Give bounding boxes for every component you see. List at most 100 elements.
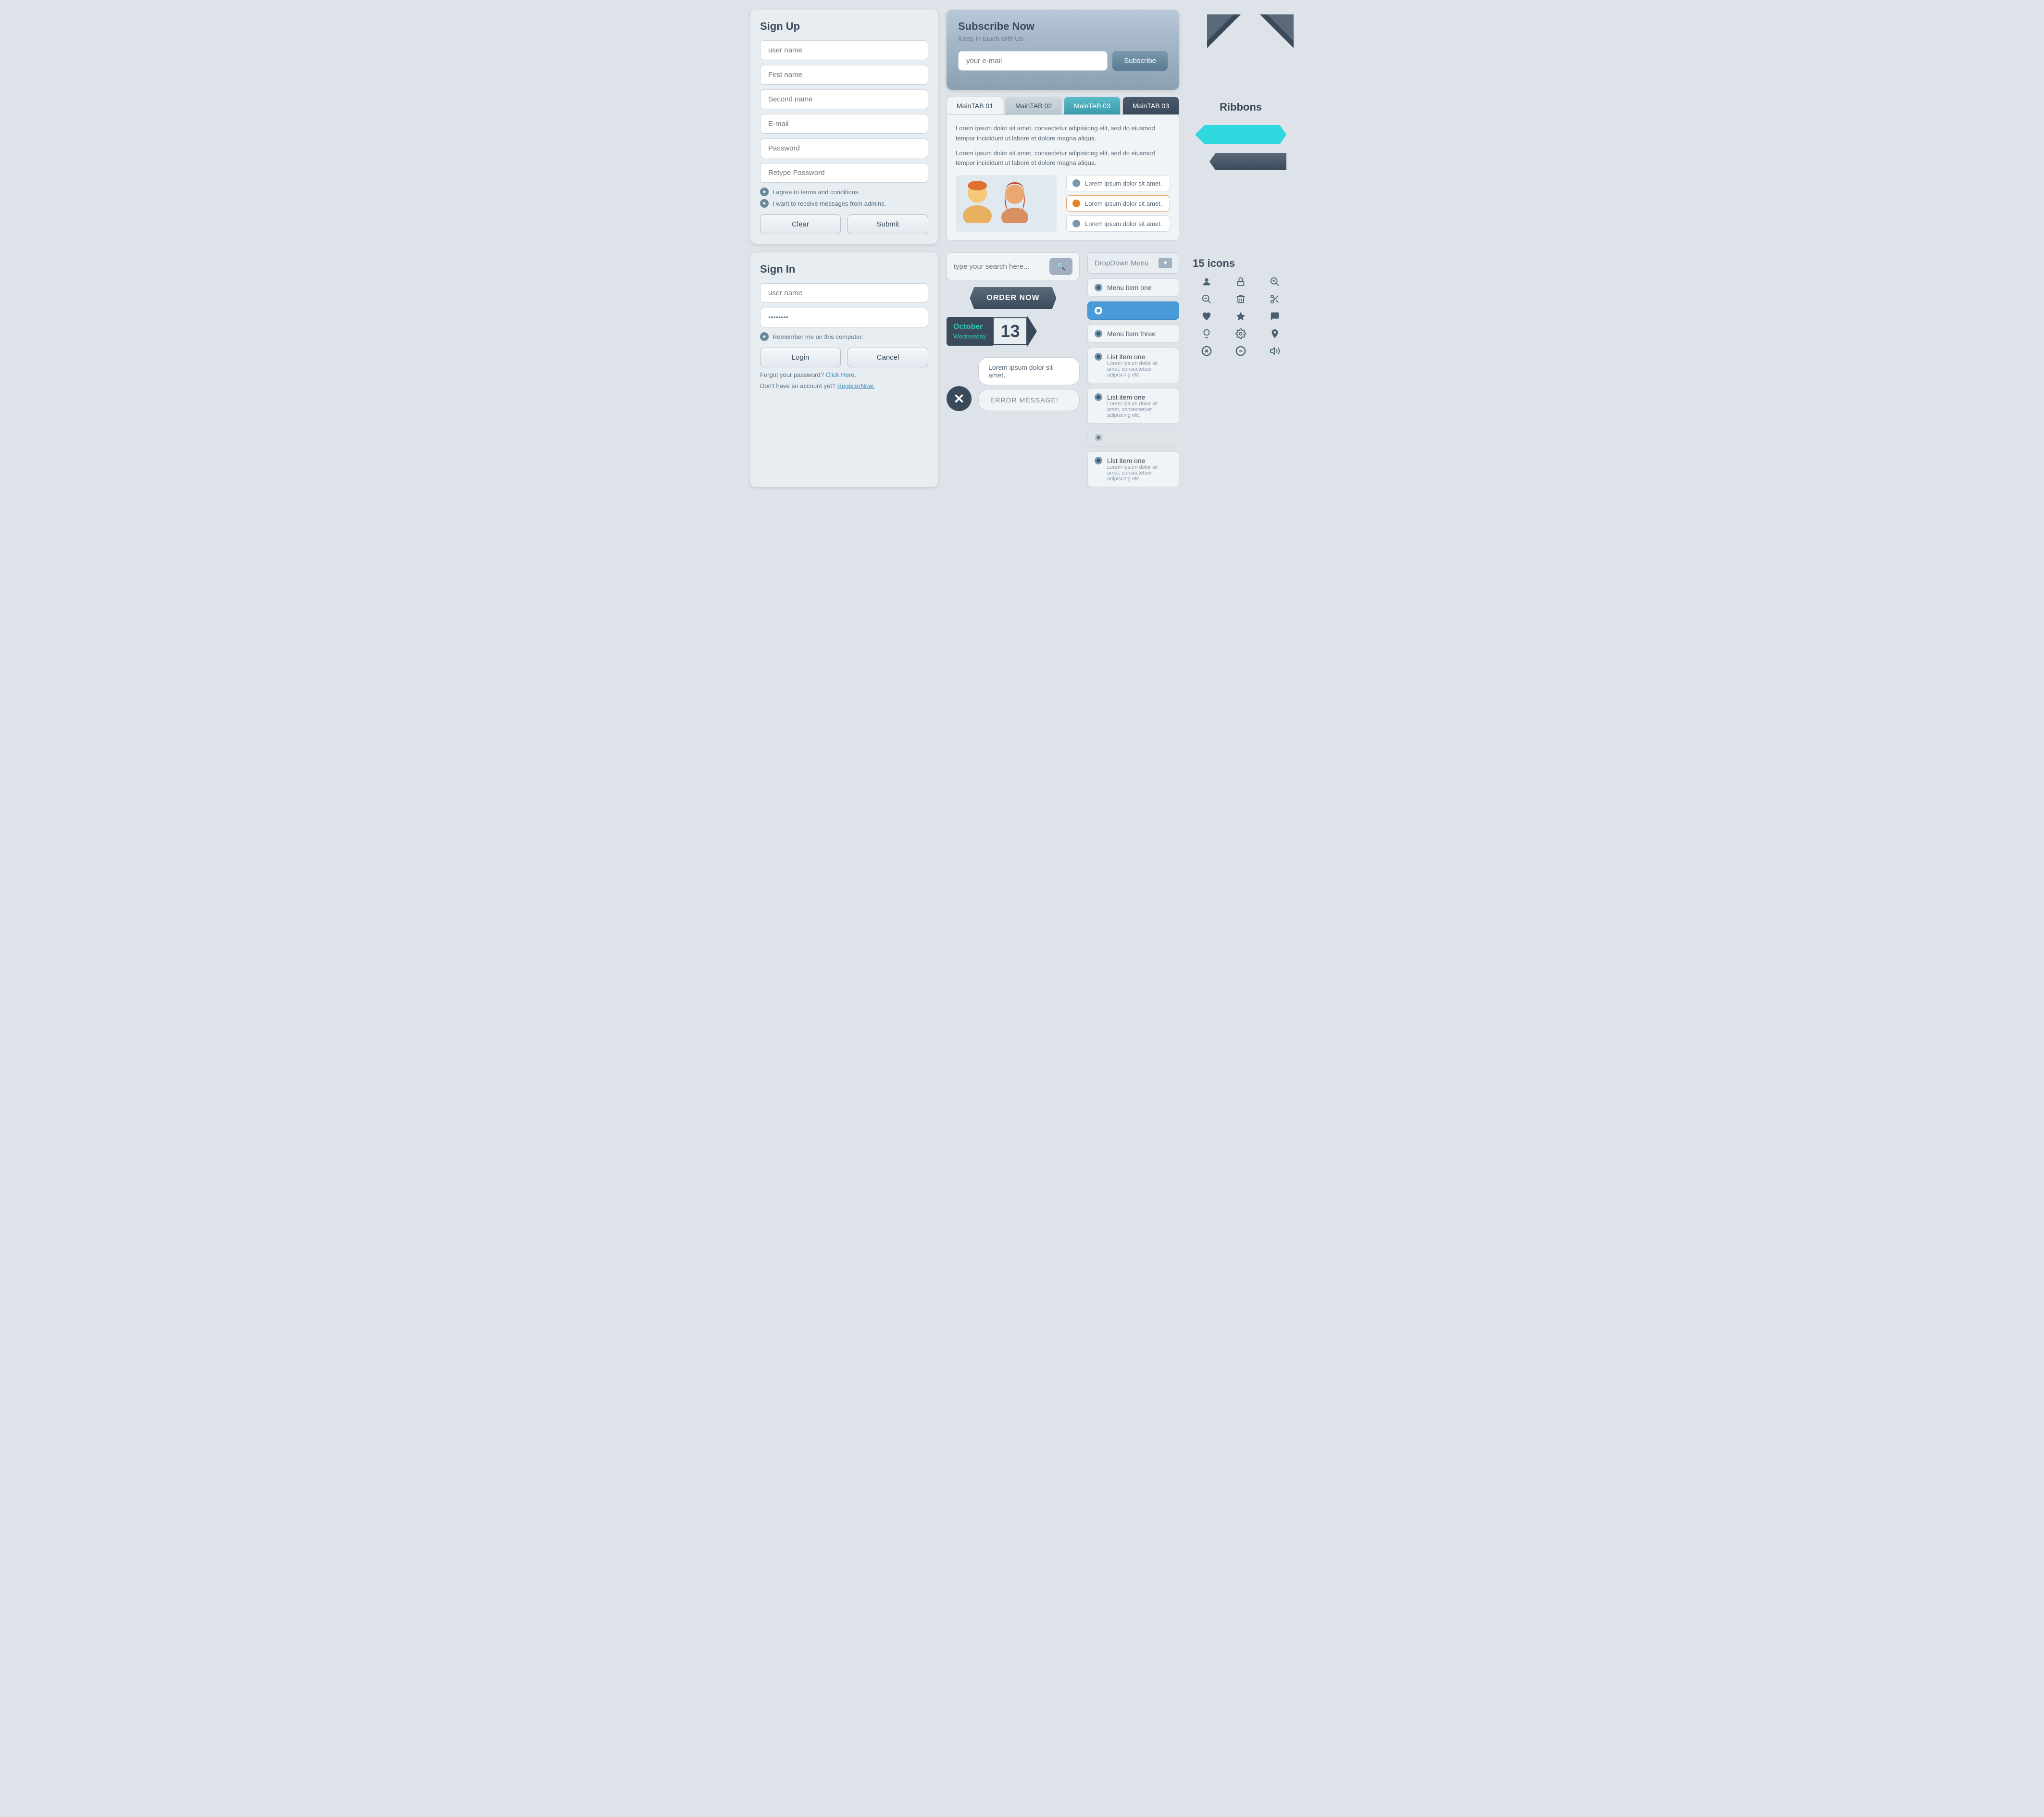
subscribe-row: Subscribe: [958, 51, 1168, 71]
search-button[interactable]: 🔍: [1049, 258, 1072, 275]
heart-icon: [1193, 311, 1220, 322]
agree-terms-row[interactable]: ● I agree to terms and conditions.: [760, 188, 928, 196]
signup-username[interactable]: [760, 40, 928, 60]
signup-title: Sign Up: [760, 20, 928, 33]
misc-left-panel: 🔍 ORDER NOW October Wednesday 13 ✕ Lorem…: [947, 252, 1080, 487]
click-here-link[interactable]: Click Here.: [826, 371, 857, 378]
menu-item-one-label: Menu item one: [1107, 284, 1152, 291]
icons-title: 15 icons: [1193, 257, 1289, 270]
list-entry-1[interactable]: List item one Lorem ipsum dolor sit amet…: [1087, 348, 1179, 383]
list-item-1-text: Lorem ipsum dolor sit amet.: [1085, 180, 1162, 187]
tab-paragraph-1: Lorem ipsum dolor sit amet, consectetur …: [956, 124, 1170, 144]
dropdown-label: DropDown Menu: [1095, 259, 1149, 267]
search-row: 🔍: [947, 252, 1080, 280]
register-row: Don't have an account yet? RegisterNow.: [760, 382, 928, 389]
speech-bubble-bottom: ERROR MESSAGE!: [978, 389, 1080, 411]
menu-item-two-icon: [1095, 307, 1102, 314]
login-button[interactable]: Login: [760, 348, 841, 367]
ribbons-panel: Ribbons: [1188, 10, 1294, 244]
signin-password[interactable]: [760, 308, 928, 327]
signin-panel: Sign In ● Remember me on this computer. …: [750, 252, 938, 487]
zoom-out-icon: [1193, 294, 1220, 304]
receive-messages-row[interactable]: ● I want to receive messages from admins…: [760, 199, 928, 208]
signup-password[interactable]: [760, 138, 928, 158]
remember-me-icon: ●: [760, 332, 769, 341]
dark-ribbon: [1195, 153, 1286, 170]
misc-right-panel: DropDown Menu ▼ Menu item one Menu item …: [1087, 252, 1179, 487]
list-item-3: Lorem ipsum dolor sit amet.: [1066, 215, 1170, 232]
subscribe-email-input[interactable]: [958, 51, 1108, 71]
tabs-container: MainTAB 01 MainTAB 02 MainTAB 03 MainTAB…: [947, 97, 1179, 241]
tab-maintab02[interactable]: MainTAB 02: [1005, 97, 1062, 114]
signin-username[interactable]: [760, 283, 928, 303]
menu-item-one[interactable]: Menu item one: [1087, 278, 1179, 297]
menu-item-one-icon: [1095, 284, 1102, 291]
scissors-icon: [1261, 294, 1289, 304]
list-entry-2[interactable]: List item one Lorem ipsum dolor sit amet…: [1087, 388, 1179, 424]
order-now-button[interactable]: ORDER NOW: [970, 287, 1056, 309]
cyan-ribbon-body: [1205, 125, 1286, 144]
cyan-ribbon: [1195, 125, 1286, 144]
list-entry-3-icon: [1095, 434, 1102, 441]
signin-btn-row: Login Cancel: [760, 348, 928, 367]
date-number: 13: [993, 317, 1027, 345]
date-box: October Wednesday: [947, 317, 993, 346]
signup-secondname[interactable]: [760, 89, 928, 109]
remember-me-row[interactable]: ● Remember me on this computer.: [760, 332, 928, 341]
avatar-male: [960, 180, 994, 218]
register-now-link[interactable]: RegisterNow.: [837, 382, 874, 389]
dot-icon-1: [1072, 179, 1080, 187]
list-item-1: Lorem ipsum dolor sit amet.: [1066, 175, 1170, 191]
trash-icon: [1227, 294, 1254, 304]
signin-title: Sign In: [760, 263, 928, 276]
submit-button[interactable]: Submit: [848, 214, 928, 234]
error-icon: ✕: [947, 386, 972, 411]
forgot-password-row: Forgot your password? Click Here.: [760, 371, 928, 378]
subscribe-button[interactable]: Subscribe: [1112, 51, 1168, 71]
speech-bubble-top: Lorem ipsum dolor sit amet,: [978, 357, 1080, 385]
list-entry-1-icon: [1095, 353, 1102, 361]
signup-btn-row: Clear Submit: [760, 214, 928, 234]
star-icon: [1227, 311, 1254, 322]
tab-maintab03-teal[interactable]: MainTAB 03: [1064, 97, 1121, 114]
signup-retype-password[interactable]: [760, 163, 928, 183]
clear-button[interactable]: Clear: [760, 214, 841, 234]
tab-maintab01[interactable]: MainTAB 01: [947, 97, 1003, 114]
list-item-3-text: Lorem ipsum dolor sit amet.: [1085, 220, 1162, 227]
user-icon: [1193, 276, 1220, 287]
tab-paragraph-2: Lorem ipsum dolor sit amet, consectetur …: [956, 149, 1170, 169]
location-icon: [1261, 328, 1289, 339]
remember-me-label: Remember me on this computer.: [773, 333, 863, 340]
chat-icon: [1261, 311, 1289, 322]
speech-bubbles: Lorem ipsum dolor sit amet, ERROR MESSAG…: [978, 357, 1080, 411]
forgot-text: Forgot your password?: [760, 371, 824, 378]
gear-icon: [1227, 328, 1254, 339]
dropdown-select[interactable]: DropDown Menu ▼: [1087, 252, 1179, 274]
dot-icon-3: [1072, 220, 1080, 227]
date-ribbon: October Wednesday 13: [947, 316, 1037, 347]
signup-email[interactable]: [760, 114, 928, 134]
menu-item-two[interactable]: [1087, 301, 1179, 320]
tab-maintab03-dark[interactable]: MainTAB 03: [1122, 97, 1179, 114]
signup-firstname[interactable]: [760, 65, 928, 85]
menu-item-three-label: Menu item three: [1107, 330, 1156, 338]
signup-panel: Sign Up ● I agree to terms and condition…: [750, 10, 938, 244]
search-input[interactable]: [954, 263, 1049, 271]
icons-panel: 15 icons: [1188, 252, 1294, 487]
menu-item-three[interactable]: Menu item three: [1087, 325, 1179, 343]
bottom-row: 🔍 ORDER NOW October Wednesday 13 ✕ Lorem…: [947, 252, 1179, 487]
avatar-female: [998, 180, 1032, 218]
list-entry-4[interactable]: List item one Lorem ipsum dolor sit amet…: [1087, 451, 1179, 487]
dropdown-caret-icon: ▼: [1159, 258, 1172, 268]
dark-ribbon-body: [1209, 153, 1286, 170]
avatar-row: Lorem ipsum dolor sit amet. Lorem ipsum …: [956, 175, 1170, 232]
ribbons-title: Ribbons: [1220, 101, 1262, 113]
list-item-2-text: Lorem ipsum dolor sit amet.: [1085, 200, 1162, 207]
ribbon-corners-icon: [1207, 14, 1294, 58]
date-arrow-icon: [1027, 316, 1037, 347]
receive-messages-label: I want to receive messages from admins.: [773, 200, 886, 207]
avatar-box: [956, 175, 1057, 232]
tab-bar: MainTAB 01 MainTAB 02 MainTAB 03 MainTAB…: [947, 97, 1179, 114]
cancel-button[interactable]: Cancel: [848, 348, 928, 367]
tab-list-items: Lorem ipsum dolor sit amet. Lorem ipsum …: [1066, 175, 1170, 232]
